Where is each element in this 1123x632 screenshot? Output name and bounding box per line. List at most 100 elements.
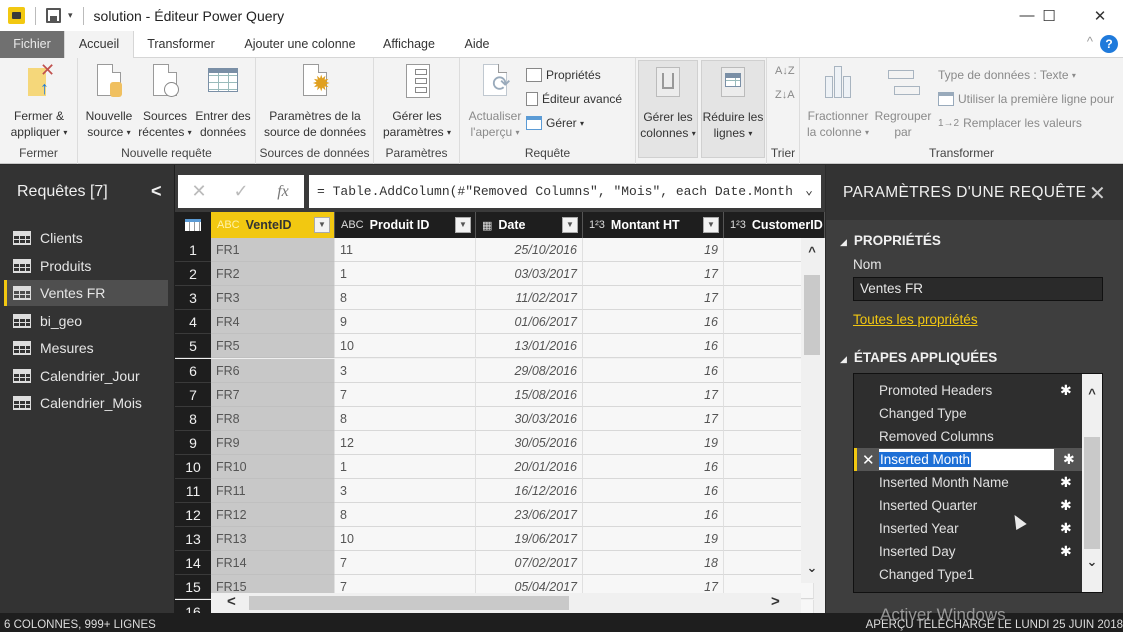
step-settings-gear-icon[interactable]: ✱ — [1060, 474, 1072, 491]
tab-fichier[interactable]: Fichier — [0, 31, 64, 58]
row-number[interactable]: 11 — [175, 479, 211, 503]
manage-columns-button[interactable]: Gérer les colonnes ▾ — [638, 60, 698, 158]
properties-button[interactable]: Propriétés — [526, 65, 601, 85]
table-cell[interactable]: 17 — [583, 406, 724, 431]
table-cell[interactable]: 15/08/2016 — [476, 382, 583, 407]
cancel-formula-icon[interactable]: ✕ — [178, 181, 220, 202]
table-cell[interactable]: 11/02/2017 — [476, 286, 583, 311]
table-cell[interactable]: 16/12/2016 — [476, 479, 583, 503]
applied-step[interactable]: Changed Type1 — [854, 563, 1082, 586]
table-cell[interactable]: FR10 — [211, 454, 335, 479]
table-cell[interactable]: 10 — [335, 334, 476, 359]
table-cell[interactable]: 23/06/2017 — [476, 503, 583, 528]
column-header[interactable]: ABC Produit ID ▼ — [335, 212, 476, 238]
row-number[interactable]: 7 — [175, 382, 211, 407]
scroll-down-icon[interactable]: ⌄ — [804, 560, 820, 576]
formula-input[interactable]: = Table.AddColumn(#"Removed Columns", "M… — [309, 175, 821, 208]
data-source-settings-button[interactable]: ✹ Paramètres de la source de données — [260, 62, 370, 140]
row-number[interactable]: 4 — [175, 310, 211, 335]
table-cell[interactable]: 1 — [335, 454, 476, 479]
row-number[interactable]: 3 — [175, 286, 211, 311]
applied-steps-section-header[interactable]: ◢ ÉTAPES APPLIQUÉES — [840, 350, 997, 365]
scroll-left-icon[interactable]: < — [227, 593, 236, 610]
table-cell[interactable]: FR9 — [211, 430, 335, 455]
tab-affichage[interactable]: Affichage — [376, 31, 442, 58]
table-cell[interactable]: FR5 — [211, 334, 335, 359]
applied-step[interactable]: Removed Columns — [854, 425, 1082, 448]
advanced-editor-button[interactable]: Éditeur avancé — [526, 89, 622, 109]
query-item[interactable]: Calendrier_Mois — [4, 390, 168, 416]
table-cell[interactable]: 11 — [335, 238, 476, 262]
table-cell[interactable]: 01/06/2017 — [476, 310, 583, 335]
table-cell[interactable]: FR7 — [211, 382, 335, 407]
table-cell[interactable]: 16 — [583, 503, 724, 528]
table-cell[interactable]: 07/02/2017 — [476, 551, 583, 576]
table-cell[interactable]: FR2 — [211, 262, 335, 287]
help-icon[interactable]: ? — [1100, 35, 1118, 53]
applied-step[interactable]: Promoted Headers ✱ — [854, 379, 1082, 402]
table-cell[interactable]: 17 — [583, 286, 724, 311]
table-cell[interactable]: 19/06/2017 — [476, 527, 583, 552]
table-cell[interactable]: 9 — [335, 310, 476, 335]
table-cell[interactable]: 19 — [583, 430, 724, 455]
column-header[interactable]: ABC VenteID ▼ — [211, 212, 335, 238]
applied-step[interactable]: ✕ Inserted Month ✱ — [854, 448, 1082, 531]
row-number[interactable]: 8 — [175, 406, 211, 431]
all-properties-link[interactable]: Toutes les propriétés — [853, 312, 978, 327]
expand-formula-icon[interactable]: ⌄ — [805, 183, 813, 198]
row-number[interactable]: 15 — [175, 575, 211, 600]
table-cell[interactable]: FR8 — [211, 406, 335, 431]
reduce-rows-button[interactable]: Réduire les lignes ▾ — [701, 60, 765, 158]
table-cell[interactable]: FR11 — [211, 479, 335, 503]
table-cell[interactable]: FR3 — [211, 286, 335, 311]
column-type-icon[interactable]: 1²3 — [589, 219, 605, 231]
row-number[interactable]: 16 — [175, 599, 211, 613]
query-item[interactable]: Clients — [4, 225, 168, 251]
applied-step[interactable]: Inserted Year ✱ — [854, 517, 1082, 540]
row-number[interactable]: 1 — [175, 238, 211, 262]
step-settings-gear-icon[interactable]: ✱ — [1063, 451, 1075, 468]
vertical-scroll-thumb[interactable] — [804, 275, 820, 355]
table-cell[interactable]: 16 — [583, 358, 724, 383]
tab-transformer[interactable]: Transformer — [140, 31, 222, 58]
table-cell[interactable]: 8 — [335, 503, 476, 528]
table-cell[interactable]: 18 — [583, 551, 724, 576]
table-cell[interactable]: 8 — [335, 406, 476, 431]
group-by-button[interactable]: Regrouper par — [872, 62, 934, 140]
steps-scroll-thumb[interactable] — [1084, 437, 1100, 549]
query-name-input[interactable]: Ventes FR — [853, 277, 1103, 301]
data-type-dropdown[interactable]: Type de données : Texte ▾ — [938, 65, 1076, 85]
query-item[interactable]: Calendrier_Jour — [4, 363, 168, 389]
table-cell[interactable]: 3 — [335, 479, 476, 503]
horizontal-scroll-thumb[interactable] — [249, 596, 569, 610]
table-cell[interactable]: 10 — [335, 527, 476, 552]
tab-ajouter-colonne[interactable]: Ajouter une colonne — [236, 31, 364, 58]
applied-step[interactable]: Inserted Month Name ✱ — [854, 471, 1082, 494]
collapse-ribbon-icon[interactable]: ^ — [1087, 34, 1093, 49]
column-header[interactable]: ▦ Date ▼ — [476, 212, 583, 238]
table-cell[interactable]: 16 — [583, 479, 724, 503]
confirm-formula-icon[interactable]: ✓ — [220, 181, 262, 202]
fx-icon[interactable]: fx — [262, 183, 304, 201]
column-filter-dropdown-icon[interactable]: ▼ — [562, 217, 578, 233]
table-cell[interactable]: 29/08/2016 — [476, 358, 583, 383]
table-cell[interactable]: 17 — [583, 382, 724, 407]
step-settings-gear-icon[interactable]: ✱ — [1060, 382, 1072, 399]
new-source-button[interactable]: Nouvelle source ▾ — [82, 62, 136, 141]
column-type-icon[interactable]: 1²3 — [730, 219, 746, 231]
close-settings-icon[interactable]: ✕ — [1089, 181, 1106, 206]
table-cell[interactable]: 16 — [583, 334, 724, 359]
delete-step-icon[interactable]: ✕ — [862, 451, 875, 469]
table-cell[interactable]: 16 — [583, 454, 724, 479]
table-cell[interactable]: 30/05/2016 — [476, 430, 583, 455]
row-number[interactable]: 10 — [175, 454, 211, 479]
column-header[interactable]: 1²3 CustomerID — [724, 212, 825, 238]
table-cell[interactable]: 20/01/2016 — [476, 454, 583, 479]
scroll-down-icon[interactable]: ⌄ — [1084, 554, 1100, 570]
table-cell[interactable]: 16 — [583, 310, 724, 335]
query-item[interactable]: bi_geo — [4, 308, 168, 334]
step-settings-gear-icon[interactable]: ✱ — [1060, 497, 1072, 514]
close-button[interactable]: ✕ — [1077, 0, 1123, 31]
manage-button[interactable]: Gérer ▾ — [526, 113, 584, 133]
row-number[interactable]: 13 — [175, 527, 211, 552]
